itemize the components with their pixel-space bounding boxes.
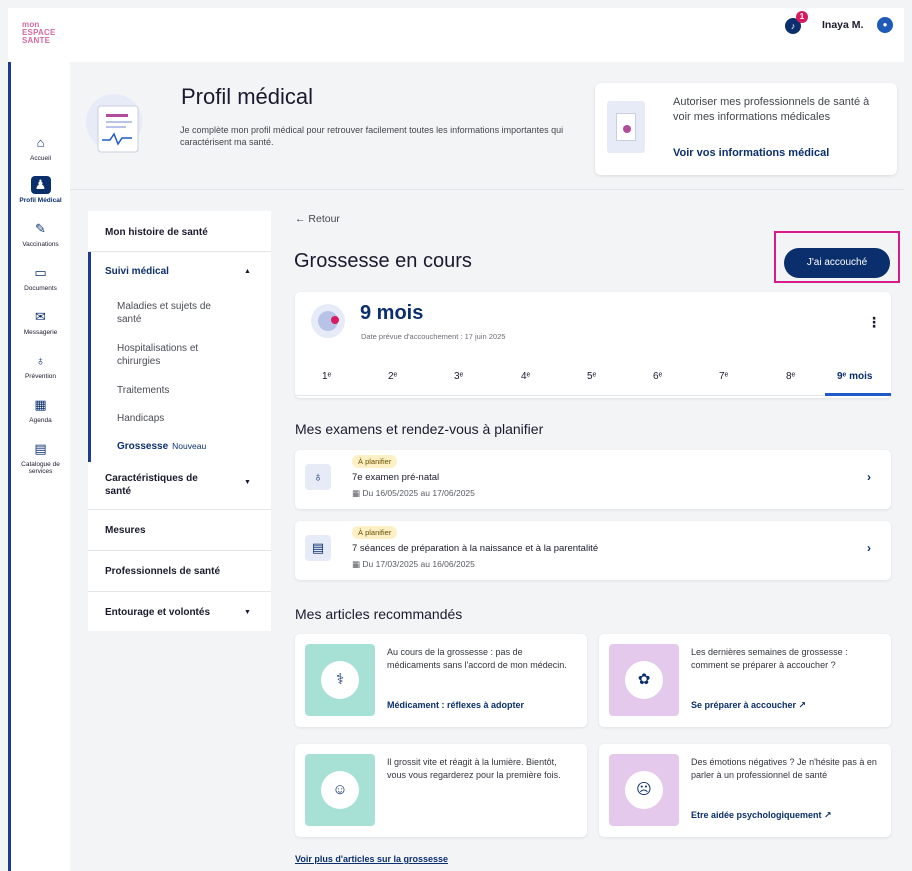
nav-item-accueil[interactable]: ⌂ Accueil: [11, 134, 70, 162]
chevron-right-icon[interactable]: ›: [867, 541, 871, 555]
article-text: Au cours de la grossesse : pas de médica…: [387, 647, 567, 670]
syringe-icon: ✎: [35, 221, 46, 236]
subnav-handicaps[interactable]: Handicaps: [117, 412, 237, 425]
user-avatar-icon[interactable]: ●: [877, 17, 893, 33]
exam-date: ▦ Du 17/03/2025 au 16/06/2025: [352, 559, 475, 569]
subnav-measures[interactable]: Mesures: [105, 525, 146, 536]
article-link[interactable]: Etre aidée psychologiquement ↗: [691, 810, 832, 821]
chevron-up-icon[interactable]: ▲: [244, 268, 251, 275]
main-sidebar: ⌂ Accueil ♟ Profil Médical ✎ Vaccination…: [8, 62, 70, 871]
user-name[interactable]: Inaya M.: [822, 19, 863, 31]
tab-month-9[interactable]: 9ᵉ mois: [837, 371, 872, 382]
nav-item-prevention[interactable]: ♁ Prévention: [11, 352, 70, 380]
exams-heading: Mes examens et rendez-vous à planifier: [295, 421, 544, 437]
mail-icon: ✉: [35, 309, 46, 324]
head-icon: ☹: [625, 771, 663, 809]
chevron-down-icon[interactable]: ▼: [244, 479, 251, 486]
page-description: Je complète mon profil médical pour retr…: [180, 125, 564, 147]
article-text: Les dernières semaines de grossesse : co…: [691, 647, 848, 670]
status-badge: À planifier: [352, 526, 398, 539]
article-text: Il grossit vite et réagit à la lumière. …: [387, 757, 561, 780]
subnav-maladies[interactable]: Maladies et sujets de santé: [117, 300, 237, 326]
new-badge: Nouveau: [172, 441, 207, 451]
nav-item-documents[interactable]: ▭ Documents: [11, 264, 70, 292]
article-illustration: ⚕: [305, 644, 375, 716]
top-bar: mon ESPACE SANTE: [8, 8, 904, 62]
subnav-traitements[interactable]: Traitements: [117, 384, 237, 397]
article-illustration: ✿: [609, 644, 679, 716]
tab-month-4[interactable]: 4ᵉ: [521, 371, 530, 382]
pregnancy-months: 9 mois: [360, 302, 424, 324]
lotus-icon: ✿: [625, 661, 663, 699]
exam-item[interactable]: ▤ À planifier 7 séances de préparation à…: [295, 521, 891, 580]
status-badge: À planifier: [352, 455, 398, 468]
medical-profile-illustration: [86, 94, 142, 153]
calendar-icon: ▦: [34, 397, 47, 412]
article-card[interactable]: ☹ Des émotions négatives ? Je n'hésite p…: [599, 744, 891, 837]
article-text: Des émotions négatives ? Je n'hésite pas…: [691, 757, 877, 780]
more-articles-link[interactable]: Voir plus d'articles sur la grossesse: [295, 854, 448, 864]
app-logo[interactable]: mon ESPACE SANTE: [22, 21, 56, 45]
authorize-text: Autoriser mes professionnels de santé à …: [673, 96, 870, 123]
chevron-right-icon[interactable]: ›: [867, 470, 871, 484]
pills-icon: ⚕: [321, 661, 359, 699]
pregnancy-title: Grossesse en cours: [294, 250, 472, 272]
document-lock-icon: [607, 101, 645, 153]
pregnancy-icon: [311, 304, 345, 338]
profile-icon: ♟: [30, 176, 51, 194]
back-link[interactable]: ← Retour: [295, 213, 340, 225]
profile-subnav: Mon histoire de santé Suivi médical ▲ Ma…: [88, 211, 271, 631]
folder-icon: ▭: [34, 265, 47, 280]
due-date: Date prévue d'accouchement : 17 juin 202…: [361, 332, 506, 341]
clipboard-icon: ▤: [305, 535, 331, 561]
article-card[interactable]: ✿ Les dernières semaines de grossesse : …: [599, 634, 891, 727]
exam-title: 7e examen pré-natal: [352, 472, 440, 483]
tab-month-3[interactable]: 3ᵉ: [454, 371, 463, 382]
notification-count-badge: 1: [796, 11, 808, 23]
nav-item-agenda[interactable]: ▦ Agenda: [11, 396, 70, 424]
tab-month-8[interactable]: 8ᵉ: [786, 371, 795, 382]
nav-item-vaccinations[interactable]: ✎ Vaccinations: [11, 220, 70, 248]
grid-icon: ▤: [34, 441, 47, 456]
nav-item-profil-medical[interactable]: ♟ Profil Médical: [11, 176, 70, 204]
more-options-icon[interactable]: ⋮: [867, 314, 881, 331]
subnav-grossesse[interactable]: Grossesse Nouveau: [117, 440, 237, 453]
subnav-hospitalisations[interactable]: Hospitalisations et chirurgies: [117, 342, 237, 368]
tab-month-7[interactable]: 7ᵉ: [719, 371, 728, 382]
article-card[interactable]: ⚕ Au cours de la grossesse : pas de médi…: [295, 634, 587, 727]
subnav-followup[interactable]: Suivi médical: [105, 266, 169, 277]
pregnancy-card: 9 mois Date prévue d'accouchement : 17 j…: [295, 292, 891, 398]
selected-tab-indicator: [825, 393, 891, 396]
tab-month-2[interactable]: 2ᵉ: [388, 371, 397, 382]
view-medical-info-link[interactable]: Voir vos informations médical: [673, 147, 829, 159]
article-illustration: ☺: [305, 754, 375, 826]
home-icon: ⌂: [36, 135, 45, 150]
article-illustration: ☹: [609, 754, 679, 826]
gave-birth-button[interactable]: J'ai accouché: [784, 248, 890, 278]
tab-month-5[interactable]: 5ᵉ: [587, 371, 596, 382]
exam-item[interactable]: ♁ À planifier 7e examen pré-natal ▦ Du 1…: [295, 450, 891, 509]
articles-heading: Mes articles recommandés: [295, 606, 463, 622]
exam-date: ▦ Du 16/05/2025 au 17/06/2025: [352, 488, 475, 498]
article-link[interactable]: Médicament : réflexes à adopter: [387, 700, 524, 710]
authorize-card: Autoriser mes professionnels de santé à …: [595, 83, 897, 175]
baby-icon: ☺: [321, 771, 359, 809]
page-title: Profil médical: [181, 84, 314, 109]
exam-title: 7 séances de préparation à la naissance …: [352, 543, 599, 554]
subnav-history[interactable]: Mon histoire de santé: [105, 227, 208, 238]
subnav-professionals[interactable]: Professionnels de santé: [105, 566, 220, 577]
tab-month-6[interactable]: 6ᵉ: [653, 371, 662, 382]
subnav-characteristics[interactable]: Caractéristiques de santé: [105, 472, 225, 498]
active-section-bar: [88, 252, 91, 462]
chevron-down-icon[interactable]: ▼: [244, 609, 251, 616]
article-link[interactable]: Se préparer à accoucher ↗: [691, 700, 806, 711]
nav-item-catalogue[interactable]: ▤ Catalogue de services: [11, 440, 70, 475]
subnav-entourage[interactable]: Entourage et volontés: [105, 607, 210, 618]
article-card[interactable]: ☺ Il grossit vite et réagit à la lumière…: [295, 744, 587, 837]
nav-item-messagerie[interactable]: ✉ Messagerie: [11, 308, 70, 336]
tab-month-1[interactable]: 1ᵉ: [322, 371, 331, 382]
stethoscope-icon: ♁: [35, 353, 46, 368]
stethoscope-icon: ♁: [305, 464, 331, 490]
